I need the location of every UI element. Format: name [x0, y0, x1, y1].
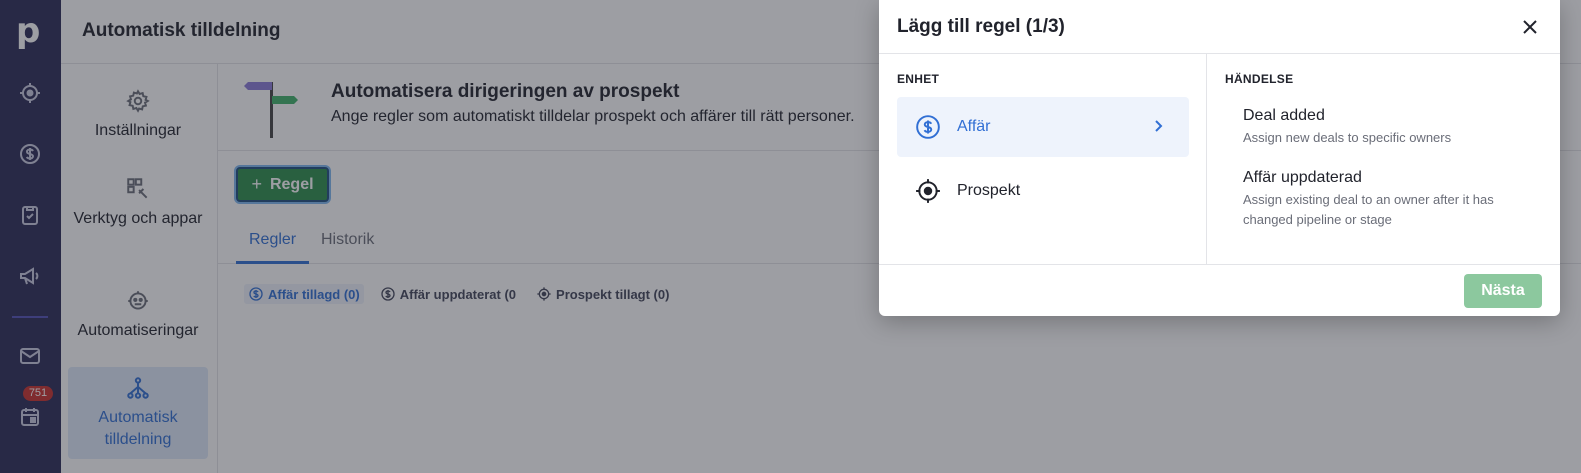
entity-option-deal[interactable]: Affär: [897, 97, 1189, 157]
entity-label: ENHET: [897, 72, 940, 86]
add-rule-modal: Lägg till regel (1/3) ENHET Affär Prospe…: [879, 0, 1560, 316]
next-button[interactable]: Nästa: [1464, 274, 1542, 308]
modal-title: Lägg till regel (1/3): [897, 16, 1065, 37]
entity-option-lead[interactable]: Prospekt: [897, 161, 1189, 221]
dollar-icon: [916, 115, 940, 139]
event-column: HÄNDELSE Deal added Assign new deals to …: [1207, 54, 1560, 264]
target-icon: [916, 179, 940, 203]
entity-label-deal: Affär: [957, 118, 991, 135]
event-option-deal-updated[interactable]: Affär uppdaterad Assign existing deal to…: [1243, 169, 1513, 230]
close-icon[interactable]: [1520, 17, 1540, 37]
event-label: HÄNDELSE: [1225, 72, 1294, 86]
entity-column: ENHET Affär Prospekt: [879, 54, 1207, 264]
modal-footer: Nästa: [879, 264, 1560, 316]
chevron-right-icon: [1155, 120, 1163, 132]
event-title: Deal added: [1243, 107, 1325, 124]
event-option-deal-added[interactable]: Deal added Assign new deals to specific …: [1243, 107, 1543, 148]
event-description: Assign new deals to specific owners: [1243, 130, 1452, 145]
entity-label-lead: Prospekt: [957, 182, 1021, 199]
modal-header: Lägg till regel (1/3): [879, 0, 1560, 54]
event-title: Affär uppdaterad: [1243, 169, 1362, 186]
event-description: Assign existing deal to an owner after i…: [1243, 192, 1494, 227]
